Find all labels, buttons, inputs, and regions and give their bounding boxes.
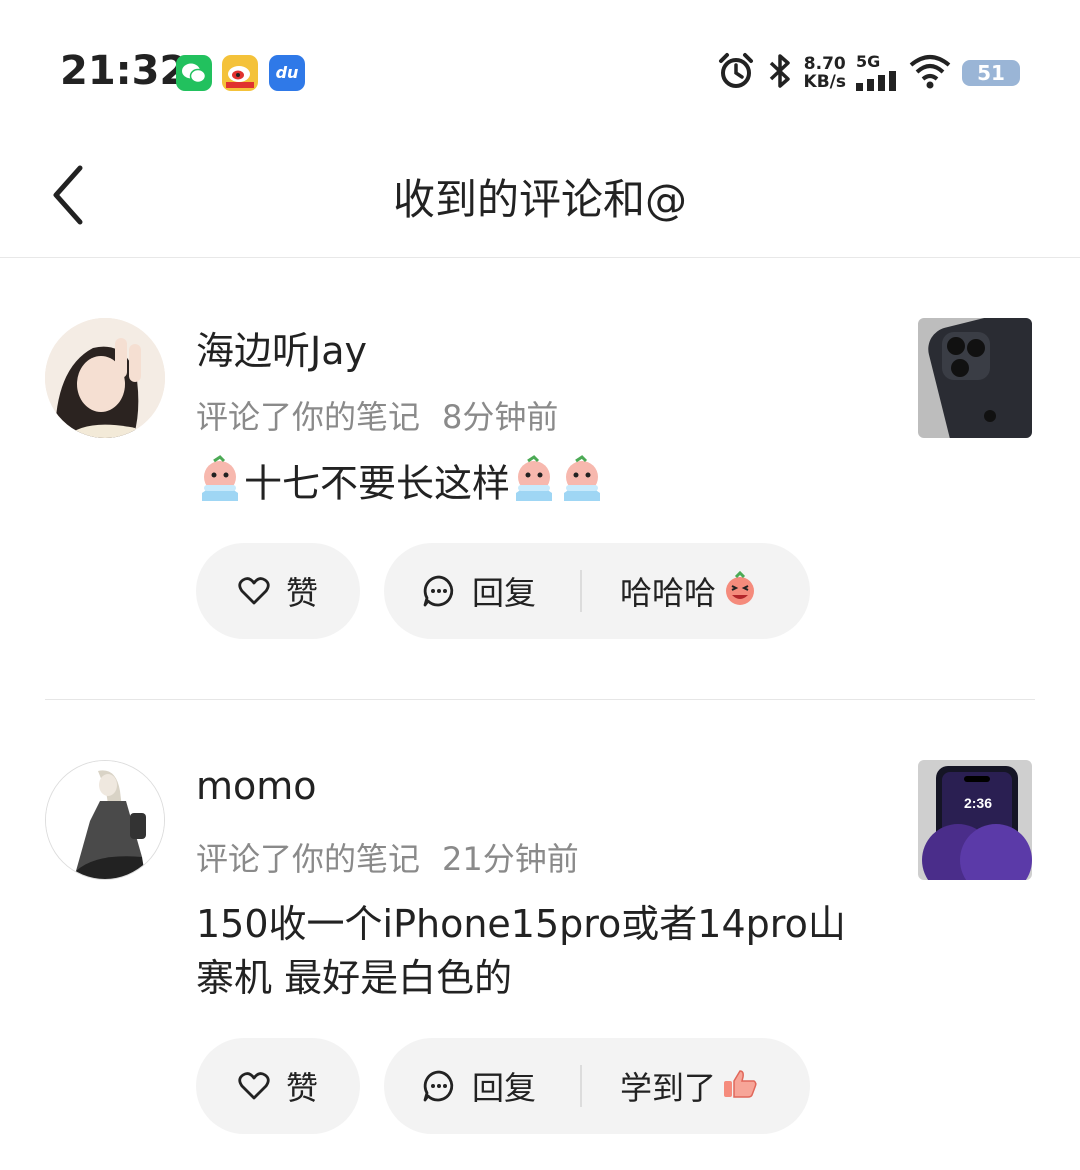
weibo-icon (222, 55, 258, 91)
comment-action: 评论了你的笔记 (196, 840, 421, 878)
comment-text-line: 150收一个iPhone15pro或者14pro山 (196, 902, 846, 946)
reply-button[interactable]: 回复 (384, 1063, 580, 1109)
reply-bar: 回复 学到了 (384, 1038, 810, 1134)
quick-reply-button[interactable]: 哈哈哈 (582, 568, 758, 614)
comment-text[interactable]: 十七不要长这样 (196, 455, 856, 517)
thumbnail-time: 2:36 (964, 795, 992, 811)
battery-indicator: 51 (962, 60, 1020, 86)
time-ago: 8分钟前 (442, 398, 559, 436)
heart-icon (238, 577, 270, 605)
comment-meta: 评论了你的笔记 8分钟前 (196, 392, 558, 438)
network-speed-unit: KB/s (803, 72, 846, 92)
comment-action: 评论了你的笔记 (196, 398, 421, 436)
wifi-icon (908, 51, 952, 95)
quick-reply-button[interactable]: 学到了 (582, 1063, 758, 1109)
comment-bubble-icon (423, 1070, 454, 1102)
avatar[interactable] (45, 760, 165, 880)
note-thumbnail[interactable] (918, 318, 1032, 438)
comment-meta: 评论了你的笔记 21分钟前 (196, 834, 579, 880)
comment-text-body: 十七不要长这样 (244, 461, 511, 506)
thumbs-up-emoji-icon (722, 1069, 758, 1103)
page-title: 收到的评论和@ (392, 175, 687, 224)
note-thumbnail[interactable]: 2:36 (918, 760, 1032, 880)
network-type: 5G (856, 51, 881, 71)
comment-text-line: 寨机 最好是白色的 (196, 956, 513, 1000)
crying-emoji-icon (196, 455, 244, 517)
status-bar: 21:32 du 8.70 KB/s 5G 51 (0, 0, 1080, 140)
bluetooth-icon (766, 51, 794, 95)
comment-divider (45, 699, 1035, 700)
like-label: 赞 (285, 574, 318, 612)
du-icon: du (269, 55, 305, 91)
cellular-group: 5G (856, 52, 898, 95)
like-button[interactable]: 赞 (196, 543, 360, 639)
crying-emoji-icon (510, 455, 558, 517)
time-ago: 21分钟前 (442, 840, 579, 878)
reply-button[interactable]: 回复 (384, 568, 580, 614)
heart-icon (238, 1072, 270, 1100)
network-speed-value: 8.70 (803, 54, 846, 74)
quick-reply-label: 学到了 (620, 1069, 717, 1107)
like-button[interactable]: 赞 (196, 1038, 360, 1134)
reply-bar: 回复 哈哈哈 (384, 543, 810, 639)
status-indicators: 8.70 KB/s 5G 51 (716, 50, 1020, 96)
username[interactable]: momo (196, 764, 317, 808)
alarm-icon (716, 51, 756, 95)
avatar[interactable] (45, 318, 165, 438)
comment-bubble-icon (423, 575, 454, 607)
wechat-icon (176, 55, 212, 91)
status-time: 21:32 (60, 48, 188, 94)
signal-icon (856, 70, 898, 95)
comment-text[interactable]: 150收一个iPhone15pro或者14pro山 寨机 最好是白色的 (196, 897, 856, 1005)
crying-emoji-icon (558, 455, 606, 517)
quick-reply-label: 哈哈哈 (620, 574, 717, 612)
like-label: 赞 (285, 1069, 318, 1107)
laughing-emoji-icon (722, 570, 758, 611)
reply-label: 回复 (472, 574, 537, 612)
username[interactable]: 海边听Jay (196, 320, 367, 375)
network-speed: 8.70 KB/s (804, 55, 846, 91)
page-header: 收到的评论和@ (0, 140, 1080, 258)
reply-label: 回复 (472, 1069, 537, 1107)
